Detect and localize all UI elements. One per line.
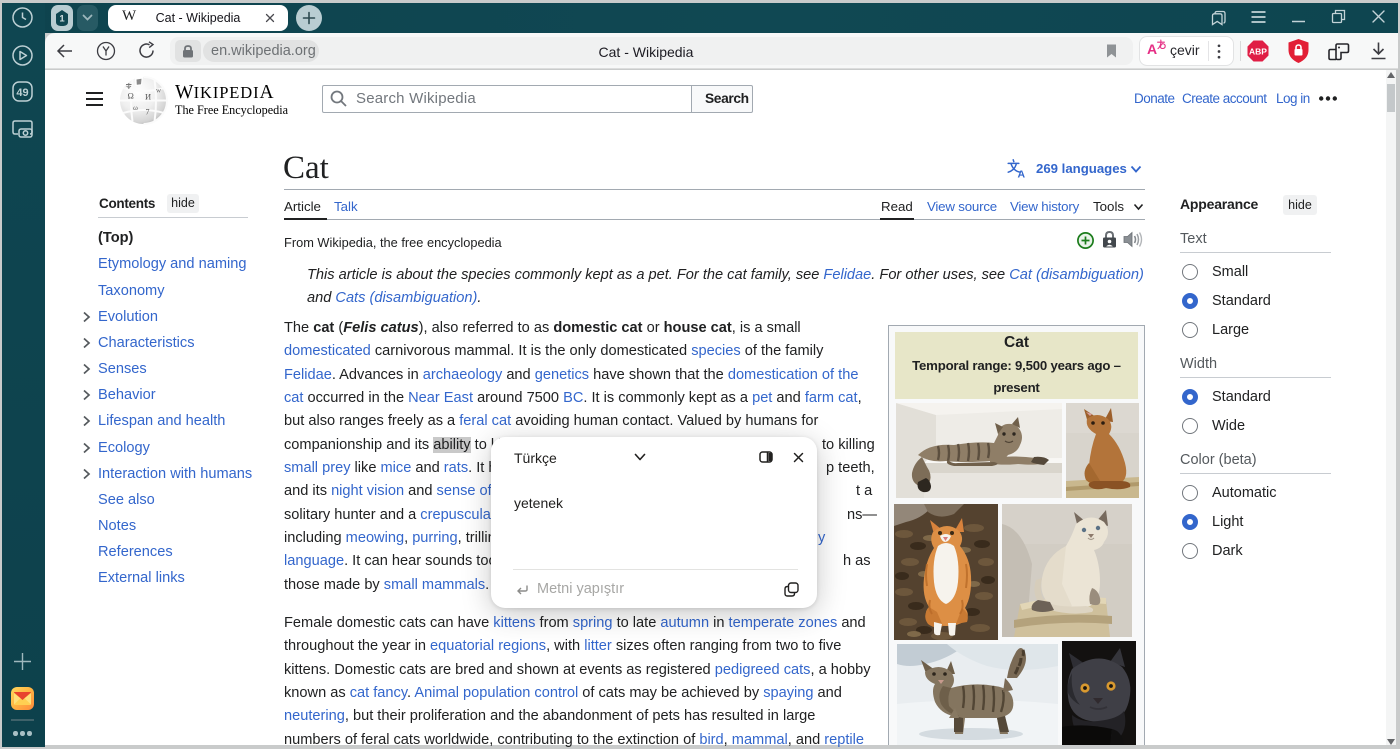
svg-text:7: 7 [146,108,150,117]
svg-text:Ω: Ω [128,91,134,101]
svg-text:49: 49 [16,87,28,99]
svg-text:И: И [145,92,151,102]
svg-text:ω: ω [133,103,138,112]
svg-text:1: 1 [59,14,65,25]
svg-text:ABP: ABP [1249,47,1267,57]
svg-text:A: A [1018,169,1026,179]
